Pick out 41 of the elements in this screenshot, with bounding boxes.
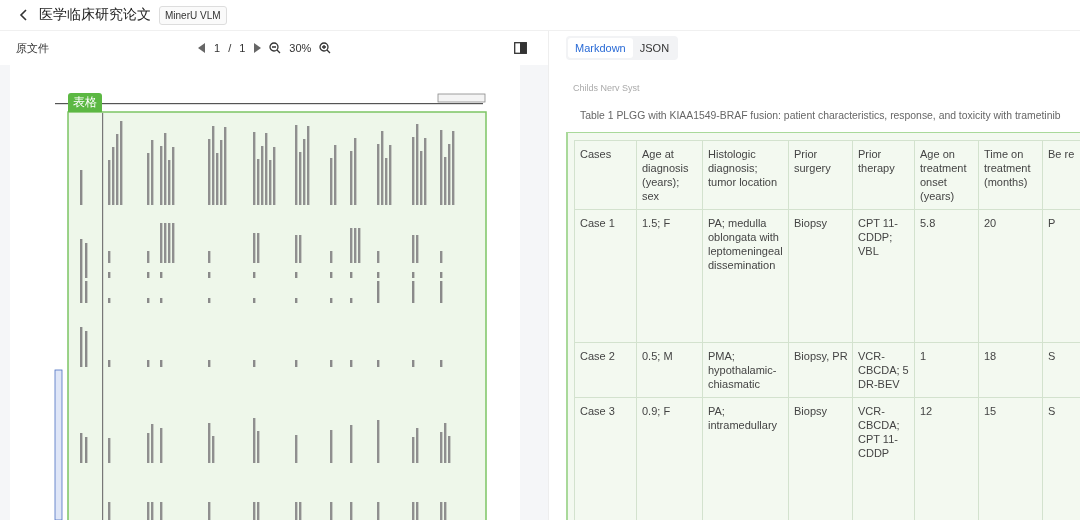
table-cell: Case 1 bbox=[574, 209, 637, 343]
page-count: 1 bbox=[239, 42, 246, 54]
section-tag: 表格 bbox=[68, 93, 102, 112]
view-tab[interactable]: Markdown bbox=[568, 38, 633, 58]
table-cell: 18 bbox=[978, 342, 1043, 398]
model-badge: MinerU VLM bbox=[159, 5, 227, 25]
table-cell: CPT 11-CDDP; VBL bbox=[852, 209, 915, 343]
view-tab[interactable]: JSON bbox=[632, 38, 677, 58]
column-header: Time on treatment (months) bbox=[978, 140, 1043, 210]
table-cell: VCR-CBCDA; 5 DR-BEV bbox=[852, 342, 915, 398]
column-header: Prior therapy bbox=[852, 140, 915, 210]
page-number[interactable]: 1 bbox=[214, 42, 221, 54]
table-cell: Case 2 bbox=[574, 342, 637, 398]
table-cell: 20 bbox=[978, 209, 1043, 343]
column-header: Age at diagnosis (years); sex bbox=[636, 140, 703, 210]
pane-title: 原文件 bbox=[16, 40, 50, 56]
table-caption: Table 1 PLGG with KIAA1549-BRAF fusion: patient characteristics, response, and toxicity with trametinib bbox=[580, 110, 1062, 121]
next-page-icon[interactable] bbox=[253, 43, 262, 53]
table-cell: 1.5; F bbox=[636, 209, 703, 343]
table-cell: Biopsy, PR bbox=[788, 342, 853, 398]
previous-page-icon[interactable] bbox=[198, 43, 206, 53]
page-separator: / bbox=[228, 42, 232, 54]
column-header: Age on treatment onset (years) bbox=[914, 140, 979, 210]
column-header: Cases bbox=[574, 140, 637, 210]
back-icon[interactable] bbox=[19, 8, 29, 22]
column-header: Be re bbox=[1042, 140, 1080, 210]
journal-name: Childs Nerv Syst bbox=[572, 83, 641, 93]
zoom-in-icon[interactable] bbox=[319, 42, 332, 54]
table-cell: PA; medulla oblongata with leptomeningeal dissemination bbox=[702, 209, 789, 343]
column-header: Histologic diagnosis; tumor location bbox=[702, 140, 789, 210]
zoom-out-icon[interactable] bbox=[269, 42, 282, 54]
table-cell: Biopsy bbox=[788, 209, 853, 343]
split-view-icon[interactable] bbox=[514, 42, 527, 54]
table-cell: 1 bbox=[914, 342, 979, 398]
table-cell: PMA; hypothalamic-chiasmatic bbox=[702, 342, 789, 398]
document-title: 医学临床研究论文 bbox=[39, 6, 151, 24]
zoom-level: 30% bbox=[289, 42, 312, 54]
table-cell: Case 3 bbox=[574, 397, 637, 520]
column-header: Prior surgery bbox=[788, 140, 853, 210]
table-cell: 0.5; M bbox=[636, 342, 703, 398]
table-cell: 5.8 bbox=[914, 209, 979, 343]
